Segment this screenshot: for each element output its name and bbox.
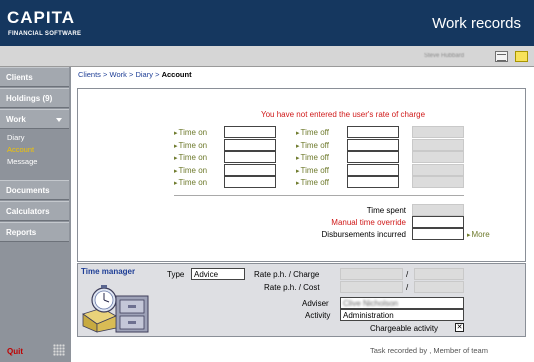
logo: CAPITA	[7, 8, 76, 27]
page-title: Work records	[432, 15, 521, 32]
current-user: Steve Hubbard	[424, 53, 465, 59]
charge-field	[414, 268, 464, 280]
note-icon[interactable]	[515, 51, 528, 62]
quit-button[interactable]: Quit	[7, 347, 23, 356]
rate-charge-label: Rate p.h. / Charge	[254, 270, 320, 279]
sidebar-item-label: Reports	[6, 228, 37, 237]
app-header: CAPITA FINANCIAL SOFTWARE Work records	[0, 0, 534, 46]
cost-field	[414, 281, 464, 293]
activity-input[interactable]: Administration	[340, 309, 464, 321]
sidebar-item-documents[interactable]: Documents	[0, 180, 69, 200]
time-on-input[interactable]	[224, 176, 276, 188]
sidebar-item-label: Documents	[6, 186, 50, 195]
time-on-label: Time on	[174, 141, 208, 150]
chargeable-activity-checkbox[interactable]: ✕	[455, 323, 464, 332]
duration-field	[412, 151, 464, 163]
sidebar-item-label: Calculators	[6, 207, 50, 216]
toolbar: Steve Hubbard	[0, 46, 534, 67]
breadcrumb-separator: >	[155, 70, 160, 79]
breadcrumb: Clients > Work > Diary > Account	[78, 70, 192, 79]
chargeable-activity-label: Chargeable activity	[370, 324, 439, 333]
time-off-label: Time off	[296, 153, 329, 162]
time-spent-field	[412, 204, 464, 216]
time-off-input[interactable]	[347, 139, 399, 151]
time-on-input[interactable]	[224, 139, 276, 151]
slash-separator: /	[406, 270, 409, 279]
duration-field	[412, 176, 464, 188]
breadcrumb-diary[interactable]: Diary	[135, 70, 153, 79]
disbursements-label: Disbursements incurred	[321, 230, 406, 239]
activity-label: Activity	[305, 311, 331, 320]
time-on-label: Time on	[174, 166, 208, 175]
duration-field	[412, 164, 464, 176]
time-on-input[interactable]	[224, 126, 276, 138]
time-off-label: Time off	[296, 166, 329, 175]
time-off-input[interactable]	[347, 176, 399, 188]
divider	[174, 195, 464, 196]
time-off-label: Time off	[296, 178, 329, 187]
adviser-input[interactable]: Clive Nicholson	[340, 297, 464, 309]
rate-cost-field	[340, 281, 403, 293]
sidebar-item-calculators[interactable]: Calculators	[0, 201, 69, 221]
type-input[interactable]: Advice	[191, 268, 245, 280]
breadcrumb-work[interactable]: Work	[110, 70, 127, 79]
type-label: Type	[167, 270, 185, 279]
rate-charge-field	[340, 268, 403, 280]
duration-field	[412, 126, 464, 138]
holdings-count: (9)	[42, 94, 53, 103]
adviser-value: Clive Nicholson	[343, 299, 399, 308]
time-off-input[interactable]	[347, 126, 399, 138]
breadcrumb-current: Account	[161, 70, 192, 79]
rate-cost-label: Rate p.h. / Cost	[264, 283, 320, 292]
more-link[interactable]: More	[467, 230, 490, 239]
sidebar-item-label: Holdings	[6, 94, 41, 103]
sidebar-item-clients[interactable]: Clients	[0, 67, 69, 87]
grid-icon[interactable]	[495, 51, 508, 62]
time-on-input[interactable]	[224, 151, 276, 163]
adviser-label: Adviser	[302, 299, 329, 308]
time-on-label: Time on	[174, 153, 208, 162]
time-off-label: Time off	[296, 141, 329, 150]
slash-separator: /	[406, 283, 409, 292]
breadcrumb-separator: >	[103, 70, 108, 79]
sidebar-item-reports[interactable]: Reports	[0, 222, 69, 242]
submenu-account[interactable]: Account	[7, 145, 34, 154]
time-off-label: Time off	[296, 128, 329, 137]
time-on-label: Time on	[174, 178, 208, 187]
time-manager-title: Time manager	[81, 267, 136, 276]
chevron-down-icon	[56, 118, 62, 122]
breadcrumb-separator: >	[128, 70, 134, 79]
sidebar-item-label: Clients	[6, 73, 33, 82]
time-spent-label: Time spent	[366, 206, 406, 215]
time-manager-illustration-icon	[82, 285, 149, 333]
logo-subtitle: FINANCIAL SOFTWARE	[8, 31, 82, 37]
submenu-message[interactable]: Message	[7, 157, 37, 166]
manual-time-override-input[interactable]	[412, 216, 464, 228]
time-on-label: Time on	[174, 128, 208, 137]
status-text: Task recorded by , Member of team	[370, 346, 488, 355]
resize-grip-icon	[53, 344, 65, 356]
sidebar: Clients Holdings (9) Work Documents Calc…	[0, 67, 71, 362]
breadcrumb-clients[interactable]: Clients	[78, 70, 101, 79]
submenu-diary[interactable]: Diary	[7, 133, 25, 142]
sidebar-item-work[interactable]: Work	[0, 109, 69, 129]
manual-time-override-label: Manual time override	[331, 218, 406, 227]
sidebar-item-label: Work	[6, 115, 26, 124]
time-off-input[interactable]	[347, 151, 399, 163]
sidebar-item-holdings[interactable]: Holdings (9)	[0, 88, 69, 108]
time-off-input[interactable]	[347, 164, 399, 176]
time-on-input[interactable]	[224, 164, 276, 176]
duration-field	[412, 139, 464, 151]
disbursements-input[interactable]	[412, 228, 464, 240]
rate-warning: You have not entered the user's rate of …	[261, 110, 426, 119]
